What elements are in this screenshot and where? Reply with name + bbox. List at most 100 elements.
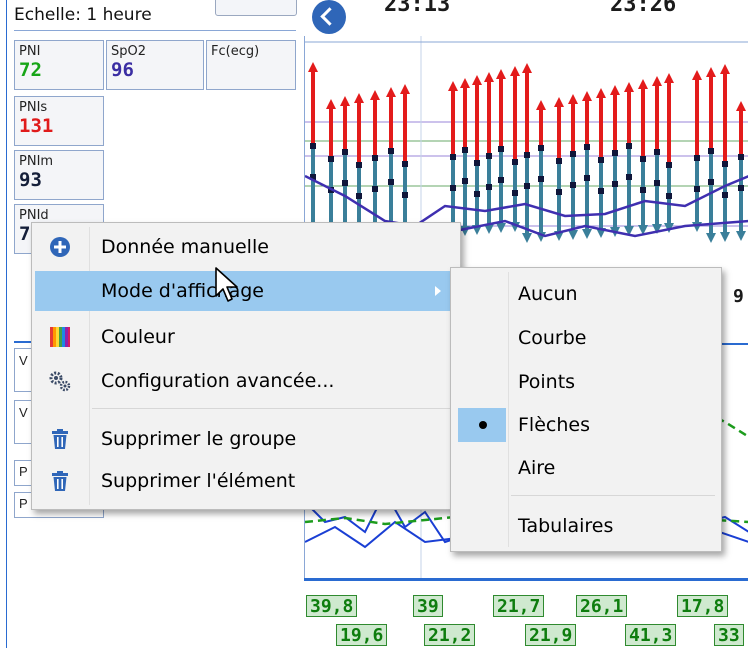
systolic-arrowhead — [610, 85, 620, 95]
mean-point — [612, 181, 618, 187]
value-badge: 33 — [714, 624, 744, 646]
systolic-arrowhead — [522, 63, 532, 73]
param-value: 7 — [19, 223, 31, 245]
menu-item-label: Configuration avancée... — [101, 370, 335, 392]
mean-point — [654, 149, 660, 155]
mean-point — [498, 177, 504, 183]
submenu-arrow-icon — [435, 286, 441, 296]
mean-point — [626, 174, 632, 180]
mean-point — [388, 148, 394, 154]
mean-point — [708, 148, 714, 154]
menu-item-delete-element[interactable]: Supprimer l'élément — [35, 461, 455, 501]
color-palette-icon — [50, 327, 70, 347]
time-strip — [300, 0, 748, 38]
value-badge: 39,8 — [306, 595, 358, 617]
menu-item-delete-group[interactable]: Supprimer le groupe — [35, 419, 455, 459]
param-value: 93 — [19, 169, 42, 191]
param-name: PNIm — [19, 154, 54, 169]
submenu-item-label: Aire — [518, 457, 556, 479]
submenu-item-arrows[interactable]: Flèches — [454, 405, 716, 445]
systolic-arrowhead — [460, 78, 470, 88]
mean-point — [356, 193, 362, 199]
param-tile-fc-ecg[interactable]: Fc(ecg) — [206, 40, 296, 90]
mean-point — [388, 179, 394, 185]
submenu-item-points[interactable]: Points — [454, 362, 716, 402]
submenu-item-tabular[interactable]: Tabulaires — [454, 506, 716, 546]
mean-point — [570, 151, 576, 157]
systolic-arrowhead — [510, 66, 520, 76]
diastolic-arrowhead — [496, 223, 506, 233]
value-badge: 41,3 — [625, 624, 677, 646]
mean-point — [524, 152, 530, 158]
mean-point — [342, 149, 348, 155]
mean-point — [738, 154, 744, 160]
param-tile-pnim[interactable]: PNIm 93 — [14, 150, 104, 200]
mean-point — [512, 190, 518, 196]
param-tile-spo2[interactable]: SpO2 96 — [106, 40, 204, 90]
mean-point — [474, 160, 480, 166]
value-badge: 26,1 — [576, 595, 628, 617]
menu-separator — [511, 495, 715, 496]
param-tile-pnis[interactable]: PNIs 131 — [14, 96, 104, 146]
systolic-arrowhead — [554, 97, 564, 107]
scale-divider — [14, 30, 296, 31]
diastolic-arrowhead — [582, 229, 592, 239]
mean-point — [498, 146, 504, 152]
mean-point — [372, 186, 378, 192]
menu-item-label: Supprimer l'élément — [101, 470, 296, 492]
mean-point — [486, 153, 492, 159]
menu-item-advanced-config[interactable]: Configuration avancée... — [35, 361, 455, 401]
menu-item-label: Couleur — [101, 326, 175, 348]
mean-point — [486, 184, 492, 190]
submenu-item-curve[interactable]: Courbe — [454, 318, 716, 358]
param-tile-pni[interactable]: PNI 72 — [14, 40, 104, 90]
menu-item-display-mode[interactable]: Mode d'affichage — [35, 271, 455, 311]
param-name: SpO2 — [111, 44, 147, 59]
navigate-back-button[interactable] — [312, 0, 346, 34]
lower-tile-label: P — [19, 464, 28, 479]
submenu-item-area[interactable]: Aire — [454, 448, 716, 488]
value-badge: 21,2 — [424, 624, 476, 646]
systolic-arrowhead — [472, 75, 482, 85]
menu-item-manual-data[interactable]: Donnée manuelle — [35, 227, 455, 267]
systolic-arrowhead — [568, 94, 578, 104]
mean-point — [722, 161, 728, 167]
systolic-arrowhead — [638, 79, 648, 89]
systolic-arrowhead — [370, 90, 380, 100]
mouse-pointer-icon — [215, 267, 238, 302]
lower-tile-label: P — [19, 496, 28, 511]
mean-point — [584, 144, 590, 150]
time-label-1: 23:13 — [384, 0, 451, 17]
mean-point — [372, 155, 378, 161]
scale-button[interactable] — [215, 0, 297, 16]
mean-point — [626, 143, 632, 149]
param-value: 131 — [19, 115, 54, 137]
mean-point — [356, 162, 362, 168]
mean-point — [666, 193, 672, 199]
mean-point — [402, 192, 408, 198]
mean-point — [570, 182, 576, 188]
diastolic-arrowhead — [720, 232, 730, 242]
diastolic-arrowhead — [522, 233, 532, 243]
mean-point — [450, 154, 456, 160]
systolic-arrowhead — [624, 82, 634, 92]
menu-item-color[interactable]: Couleur — [35, 317, 455, 357]
mean-point — [722, 192, 728, 198]
value-badge: 39 — [413, 595, 443, 617]
systolic-arrowhead — [326, 99, 336, 109]
mean-point — [738, 185, 744, 191]
systolic-arrowhead — [386, 87, 396, 97]
mean-point — [310, 143, 316, 149]
param-name: PNId — [19, 208, 49, 223]
systolic-arrowhead — [736, 101, 746, 111]
mean-point — [328, 156, 334, 162]
submenu-item-label: Points — [518, 371, 576, 393]
value-badge: 17,8 — [677, 595, 729, 617]
submenu-item-none[interactable]: Aucun — [454, 274, 716, 314]
mean-point — [450, 185, 456, 191]
mean-point — [708, 179, 714, 185]
systolic-arrowhead — [354, 93, 364, 103]
panel-border — [6, 0, 7, 648]
value-badge: 19,6 — [336, 624, 388, 646]
systolic-arrowhead — [308, 62, 318, 72]
